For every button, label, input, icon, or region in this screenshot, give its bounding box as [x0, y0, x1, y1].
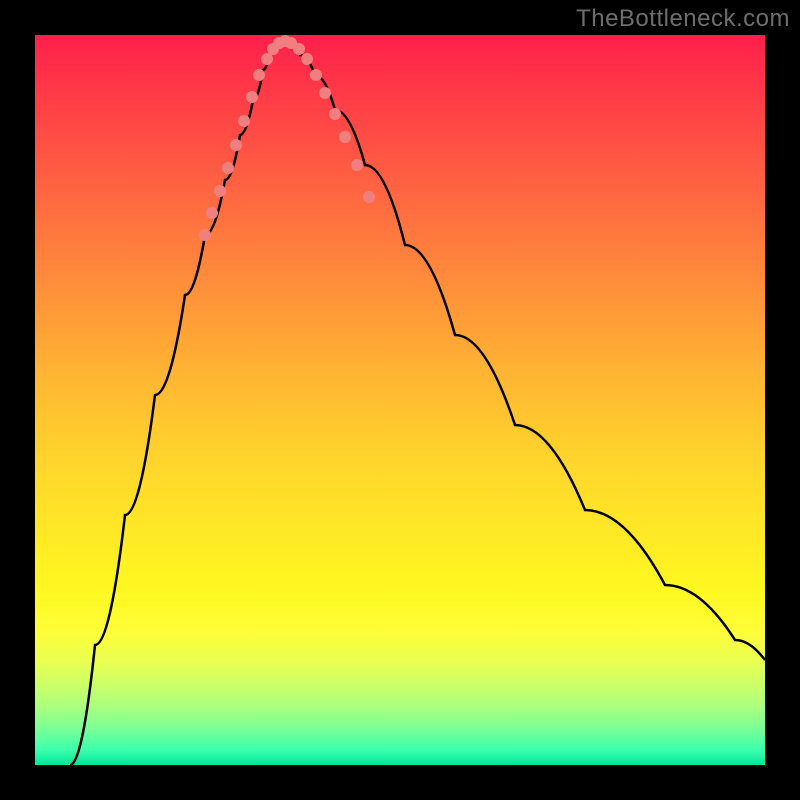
overlay-dot [246, 91, 258, 103]
curve-svg [35, 35, 765, 765]
overlay-dot [261, 53, 273, 65]
plot-area [35, 35, 765, 765]
overlay-dot [363, 191, 375, 203]
overlay-dot [351, 159, 363, 171]
overlay-dot [222, 162, 234, 174]
overlay-dot [238, 115, 250, 127]
watermark: TheBottleneck.com [576, 5, 790, 33]
overlay-dot [199, 229, 211, 241]
overlay-dot [319, 87, 331, 99]
v-curve-path [70, 42, 765, 765]
overlay-dot [301, 53, 313, 65]
overlay-dot [329, 108, 341, 120]
overlay-dot [230, 139, 242, 151]
overlay-dot [293, 43, 305, 55]
overlay-dot [310, 69, 322, 81]
overlay-dot [206, 207, 218, 219]
chart-container: TheBottleneck.com [0, 0, 800, 800]
overlay-dot [253, 69, 265, 81]
overlay-dot [214, 185, 226, 197]
overlay-dot [339, 131, 351, 143]
